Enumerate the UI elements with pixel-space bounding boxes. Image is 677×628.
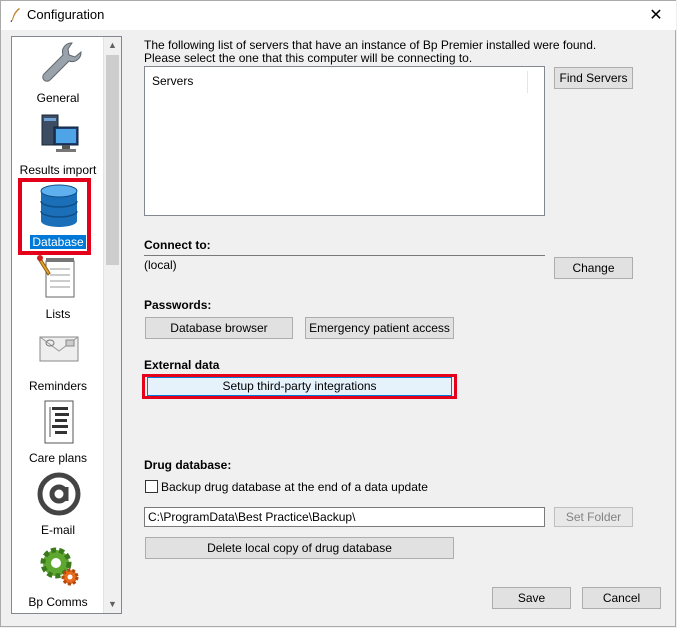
configuration-window: Configuration ✕ General Results import D… xyxy=(0,0,676,627)
sidebar-item-label: Results import xyxy=(19,163,97,177)
sidebar-item-general[interactable]: General xyxy=(12,37,104,109)
sidebar-item-label: E-mail xyxy=(40,523,75,537)
sidebar-item-label: Reminders xyxy=(28,379,88,393)
computer-icon xyxy=(41,114,79,152)
drug-database-heading: Drug database: xyxy=(144,458,232,472)
sidebar-scrollbar[interactable]: ▲ ▼ xyxy=(103,37,121,613)
change-button[interactable]: Change xyxy=(554,257,633,279)
set-folder-button: Set Folder xyxy=(554,507,633,527)
category-sidebar: General Results import Database Lists Re… xyxy=(11,36,122,614)
database-browser-button[interactable]: Database browser xyxy=(145,317,293,339)
envelope-icon xyxy=(39,336,79,362)
backup-path-field[interactable]: C:\ProgramData\Best Practice\Backup\ xyxy=(144,507,545,527)
sidebar-item-results-import[interactable]: Results import xyxy=(12,109,104,181)
find-servers-button[interactable]: Find Servers xyxy=(554,67,633,89)
sidebar-item-care-plans[interactable]: Care plans xyxy=(12,397,104,469)
window-title: Configuration xyxy=(27,7,105,22)
wrench-icon xyxy=(42,42,82,82)
connect-field: (local) xyxy=(144,255,545,277)
sidebar-item-label: Care plans xyxy=(28,451,88,465)
close-icon[interactable]: ✕ xyxy=(646,5,666,25)
backup-drug-database-label[interactable]: Backup drug database at the end of a dat… xyxy=(161,480,428,494)
sidebar-item-label: Lists xyxy=(45,307,71,321)
notepad-icon xyxy=(37,255,75,298)
highlight-box-integrations xyxy=(142,374,457,399)
emergency-patient-access-button[interactable]: Emergency patient access xyxy=(305,317,454,339)
scroll-down-icon[interactable]: ▼ xyxy=(104,596,121,613)
highlight-box-database xyxy=(18,178,91,255)
backup-drug-database-checkbox[interactable] xyxy=(145,480,158,493)
connect-value: (local) xyxy=(144,258,177,272)
scroll-up-icon[interactable]: ▲ xyxy=(104,37,121,54)
sidebar-item-label: Bp Comms xyxy=(28,595,88,609)
scroll-thumb[interactable] xyxy=(106,55,119,265)
save-button[interactable]: Save xyxy=(492,587,571,609)
app-quill-icon xyxy=(10,8,20,23)
at-sign-icon xyxy=(37,472,81,516)
servers-intro-line2: Please select the one that this computer… xyxy=(144,51,473,65)
sidebar-item-lists[interactable]: Lists xyxy=(12,253,104,325)
sidebar-item-reminders[interactable]: Reminders xyxy=(12,325,104,397)
connect-heading: Connect to: xyxy=(144,238,211,252)
gears-icon xyxy=(40,547,79,586)
sidebar-item-label: General xyxy=(36,91,80,105)
document-tree-icon xyxy=(44,400,74,444)
servers-intro-line1: The following list of servers that have … xyxy=(144,38,597,52)
external-data-heading: External data xyxy=(144,358,220,372)
sidebar-item-email[interactable]: E-mail xyxy=(12,469,104,541)
servers-list[interactable]: Servers xyxy=(144,66,545,216)
sidebar-item-bp-comms[interactable]: Bp Comms xyxy=(12,541,104,613)
passwords-heading: Passwords: xyxy=(144,298,212,312)
title-bar: Configuration ✕ xyxy=(1,1,676,30)
delete-drug-database-button[interactable]: Delete local copy of drug database xyxy=(145,537,454,559)
servers-column-header[interactable]: Servers xyxy=(152,74,193,88)
cancel-button[interactable]: Cancel xyxy=(582,587,661,609)
column-divider xyxy=(527,71,528,93)
